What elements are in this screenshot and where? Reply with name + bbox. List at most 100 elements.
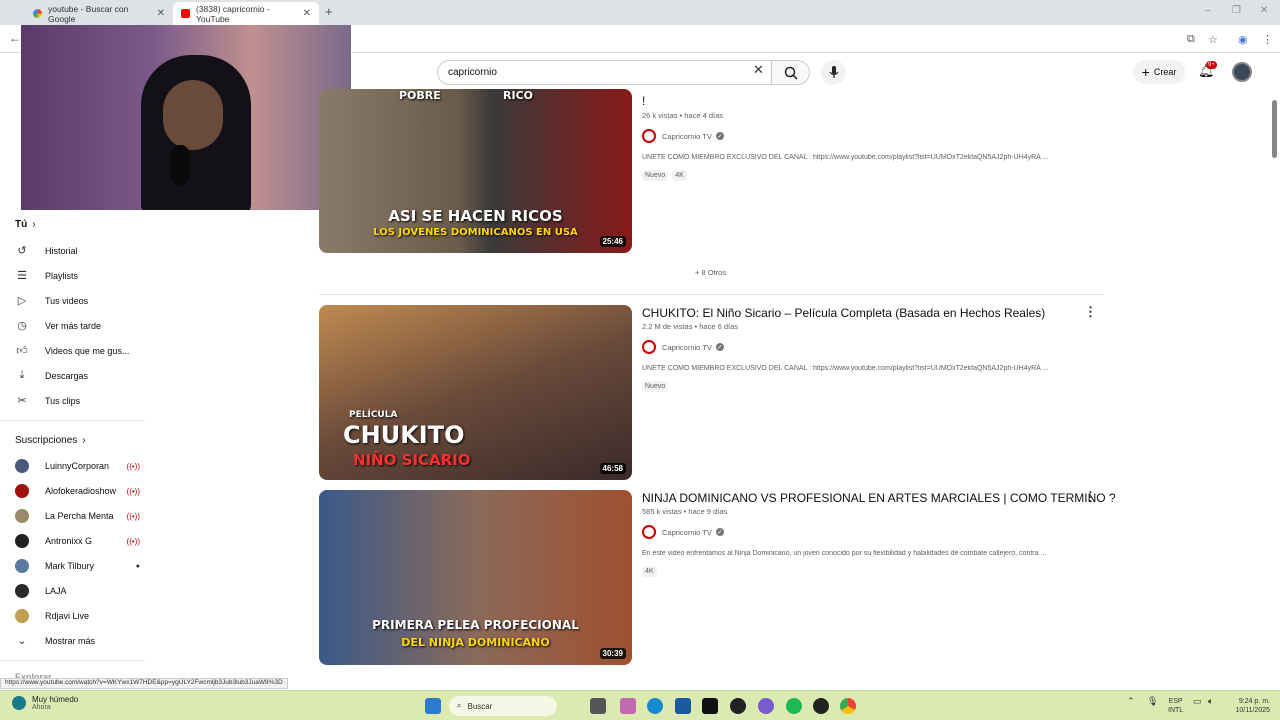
video-tags: Nuevo 4K	[642, 170, 687, 181]
obs-icon[interactable]	[813, 698, 829, 714]
more-actions-icon[interactable]: ⋮	[1084, 489, 1097, 505]
sidebar-item-playlists[interactable]: ☰ Playlists	[15, 269, 140, 282]
subscriptions-section-header[interactable]: Suscripciones ›	[15, 435, 86, 446]
install-app-icon[interactable]: ⧉	[1187, 33, 1195, 46]
file-explorer-icon[interactable]	[675, 698, 691, 714]
copilot-icon[interactable]	[620, 698, 636, 714]
clear-search-icon[interactable]: ✕	[753, 62, 764, 78]
sidebar-item-tus-videos[interactable]: ▷ Tus videos	[15, 294, 140, 307]
close-tab-icon[interactable]: ✕	[303, 8, 311, 19]
minimize-icon[interactable]: –	[1205, 5, 1211, 16]
sidebar-item-liked-videos[interactable]: 👍︎ Videos que me gus...	[15, 344, 140, 357]
channel-name: Capricornio TV	[662, 527, 712, 537]
tab-youtube[interactable]: (3838) capricornio - YouTube ✕	[173, 2, 319, 25]
chevron-down-icon: ⌄	[17, 635, 27, 647]
more-actions-icon[interactable]: ⋮	[1084, 304, 1097, 320]
clock-icon: ◷	[17, 320, 27, 332]
new-content-dot-icon: ●	[135, 562, 140, 570]
subscription-label: Rdjavi Live	[45, 611, 90, 621]
video-thumbnail[interactable]: PELÍCULA CHUKITO NIÑO SICARIO 46:58	[319, 305, 632, 480]
thumbnail-text: POBRE	[399, 89, 441, 102]
channel-logo	[642, 340, 656, 354]
sidebar-divider	[0, 420, 145, 421]
video-meta: 26 k vistas • hace 4 días	[642, 111, 724, 120]
sidebar-item-tus-clips[interactable]: ✂ Tus clips	[15, 394, 140, 407]
sidebar-item-label: Playlists	[45, 270, 79, 281]
subscription-item[interactable]: Rdjavi Live	[15, 609, 140, 623]
page-scrollbar[interactable]	[1272, 100, 1277, 158]
channel-link[interactable]: Capricornio TV ✓	[642, 340, 724, 354]
tray-chevron-icon[interactable]: ⌃	[1127, 697, 1135, 706]
weather-widget[interactable]: Muy húmedo Ahora	[12, 695, 78, 711]
channel-avatar	[15, 609, 29, 623]
search-icon	[784, 66, 798, 80]
bookmark-star-icon[interactable]: ☆	[1208, 33, 1218, 46]
subscription-item[interactable]: Alofokeradioshow ((•))	[15, 484, 140, 498]
verified-icon: ✓	[715, 132, 724, 140]
video-title[interactable]: CHUKITO: El Niño Sicario – Película Comp…	[642, 306, 1045, 320]
channel-link[interactable]: Capricornio TV ✓	[642, 129, 724, 143]
live-icon: ((•))	[126, 536, 140, 546]
date: 10/11/2025	[1235, 707, 1270, 714]
edge-icon[interactable]	[647, 698, 663, 714]
sidebar-item-descargas[interactable]: ⤓ Descargas	[15, 369, 140, 382]
spotify-icon[interactable]	[786, 698, 802, 714]
clock[interactable]: 9:24 p. m. 10/11/2025	[1226, 697, 1270, 715]
window-close-icon[interactable]: ✕	[1260, 5, 1268, 16]
close-tab-icon[interactable]: ✕	[157, 8, 165, 19]
subscription-item[interactable]: LAJA	[15, 584, 140, 598]
search-button[interactable]	[772, 60, 810, 85]
profile-icon[interactable]: ◉	[1238, 33, 1248, 46]
sidebar-item-label: Tus clips	[45, 395, 81, 406]
language-indicator[interactable]: ESP INTL	[1168, 697, 1183, 715]
subscription-item[interactable]: Mark Tilbury ●	[15, 559, 140, 573]
voice-search-button[interactable]	[821, 60, 846, 85]
subscription-item[interactable]: LuinnyCorporan ((•))	[15, 459, 140, 473]
video-thumbnail[interactable]: PRIMERA PELEA PROFECIONAL DEL NINJA DOMI…	[319, 490, 632, 665]
search-input[interactable]: capricornio	[437, 60, 772, 85]
windows-start-icon[interactable]	[425, 698, 441, 714]
chrome-icon[interactable]	[840, 698, 856, 714]
video-description: UNETE COMO MIEMBRO EXCLUSIVO DEL CANAL :…	[642, 154, 1049, 161]
taskbar-search[interactable]: ⌕ Buscar	[449, 696, 557, 716]
show-more-button[interactable]: ⌄ Mostrar más	[15, 634, 140, 647]
live-icon: ((•))	[126, 511, 140, 521]
back-icon[interactable]: ←	[9, 31, 21, 45]
mic-icon[interactable]: 🎙︎	[1147, 697, 1158, 706]
mic-icon	[829, 66, 838, 78]
video-title[interactable]: !	[642, 94, 645, 108]
volume-icon[interactable]: 🔈︎	[1208, 697, 1213, 706]
status-url: https://www.youtube.com/watch?v=WKYwx1W7…	[0, 678, 288, 689]
maximize-icon[interactable]: ❐	[1232, 5, 1241, 16]
keyboard-layout: INTL	[1168, 707, 1184, 714]
subscription-label: Alofokeradioshow	[45, 486, 117, 496]
chevron-right-icon: ›	[32, 219, 36, 230]
subscriptions-label: Suscripciones	[15, 435, 78, 446]
create-button[interactable]: + Crear	[1133, 60, 1185, 84]
you-section-header[interactable]: Tú ›	[15, 219, 36, 230]
task-view-icon[interactable]	[590, 698, 606, 714]
user-avatar[interactable]	[1232, 62, 1252, 82]
sidebar-item-ver-mas-tarde[interactable]: ◷ Ver más tarde	[15, 319, 140, 332]
thumbnail-caption: PELÍCULA	[349, 410, 398, 420]
video-thumbnail[interactable]: POBRE RICO ASI SE HACEN RICOS LOS JOVENE…	[319, 89, 632, 253]
weather-subtitle: Ahora	[32, 704, 51, 711]
channel-link[interactable]: Capricornio TV ✓	[642, 525, 724, 539]
video-duration: 30:39	[599, 648, 626, 659]
browser-tab-bar: youtube - Buscar con Google ✕ (3838) cap…	[0, 0, 1280, 25]
sidebar-item-historial[interactable]: ↺ Historial	[15, 244, 140, 257]
more-results-link[interactable]: + 8 Otros	[695, 268, 726, 277]
network-icon[interactable]: ▭	[1193, 697, 1202, 706]
verified-icon: ✓	[715, 528, 724, 536]
video-title[interactable]: NINJA DOMINICANO VS PROFESIONAL EN ARTES…	[642, 491, 1116, 505]
new-tab-icon[interactable]: +	[325, 4, 333, 19]
subscription-item[interactable]: Antronixx G ((•))	[15, 534, 140, 548]
tab-google-search[interactable]: youtube - Buscar con Google ✕	[25, 2, 173, 25]
language-code: ESP	[1168, 698, 1183, 705]
download-icon: ⤓	[19, 369, 25, 381]
terminal-icon[interactable]	[702, 698, 718, 714]
subscription-item[interactable]: La Percha Menta ((•))	[15, 509, 140, 523]
discord-icon[interactable]	[758, 698, 774, 714]
app-icon[interactable]	[730, 698, 746, 714]
browser-menu-icon[interactable]: ⋮	[1262, 33, 1273, 46]
